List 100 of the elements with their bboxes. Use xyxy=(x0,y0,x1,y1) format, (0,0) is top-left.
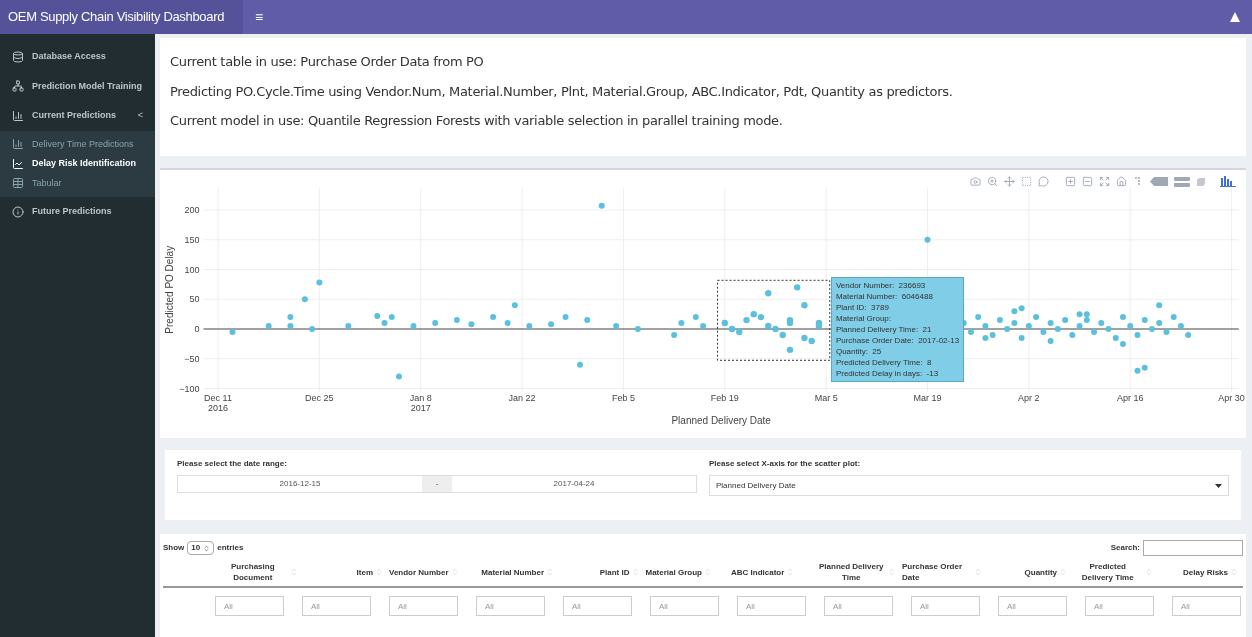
warning-icon[interactable] xyxy=(1230,12,1240,22)
sidebar-item[interactable]: Database Access xyxy=(0,42,155,72)
sort-icon[interactable] xyxy=(703,568,712,576)
sort-icon[interactable] xyxy=(973,568,982,576)
column-header[interactable]: Purchasing Document xyxy=(215,560,301,584)
x-tick-label: Feb 19 xyxy=(710,393,739,404)
column-header[interactable]: ABC Indicator xyxy=(728,560,814,584)
sidebar-item[interactable]: Prediction Model Training xyxy=(0,71,155,101)
column-filter-field[interactable]: All xyxy=(1085,596,1154,616)
hover-compare-icon[interactable] xyxy=(1174,176,1190,187)
data-point xyxy=(634,326,641,332)
column-filter-field[interactable]: All xyxy=(302,596,371,616)
x-tick-label: Mar 5 xyxy=(814,393,838,404)
x-axis-select[interactable]: Planned Delivery Date xyxy=(709,475,1229,496)
column-filter-field[interactable]: All xyxy=(998,596,1067,616)
zoom-out-icon[interactable] xyxy=(1082,176,1093,187)
data-point xyxy=(584,317,591,324)
camera-icon[interactable] xyxy=(970,176,981,187)
data-point xyxy=(1156,302,1163,309)
data-point xyxy=(287,323,294,330)
column-header[interactable]: Material Group xyxy=(642,560,728,584)
y-tick-label: 200 xyxy=(184,205,200,215)
sort-icon[interactable] xyxy=(450,568,459,576)
page-length-select[interactable]: 10 xyxy=(187,541,215,555)
sort-icon[interactable] xyxy=(1059,568,1067,576)
column-filter-field[interactable]: All xyxy=(911,596,980,616)
zoom-icon[interactable] xyxy=(987,176,998,187)
column-filter-field[interactable]: All xyxy=(737,596,806,616)
box-select-icon[interactable] xyxy=(1021,176,1032,187)
data-point xyxy=(975,314,982,321)
column-header[interactable]: Material Number xyxy=(471,560,557,584)
data-point xyxy=(1120,314,1126,321)
zoom-in-icon[interactable] xyxy=(1065,176,1076,187)
menu-toggle[interactable]: ≡ xyxy=(255,6,264,28)
data-point xyxy=(432,320,439,327)
y-tick-label: 100 xyxy=(184,264,200,275)
sort-icon[interactable] xyxy=(1230,568,1238,576)
x-tick-label: Apr 30 xyxy=(1218,393,1245,404)
home-icon[interactable] xyxy=(1116,176,1127,187)
data-point xyxy=(678,320,685,327)
column-header[interactable]: Plant ID xyxy=(557,560,643,584)
column-filter-field[interactable]: All xyxy=(215,596,284,616)
pan-icon[interactable] xyxy=(1004,176,1015,187)
data-point xyxy=(786,346,794,354)
caret-icon: < xyxy=(137,109,143,123)
column-header[interactable]: Planned Delivery Time xyxy=(813,560,899,584)
column-header[interactable]: Purchase Order Date xyxy=(899,560,985,584)
x-tick-label: Dec 25 xyxy=(305,393,334,404)
sort-icon[interactable] xyxy=(546,568,554,576)
sort-icon[interactable] xyxy=(888,568,896,576)
column-filter-field[interactable]: All xyxy=(1172,596,1241,616)
column-filter-field[interactable]: All xyxy=(650,596,719,616)
info-text: Current model in use: Quantile Regression Forests with variable selection in parallel training mode. xyxy=(170,112,784,130)
column-filter-field[interactable]: All xyxy=(389,596,458,616)
sort-icon[interactable] xyxy=(289,568,298,576)
sort-icon[interactable] xyxy=(375,568,383,576)
sort-icon[interactable] xyxy=(1144,568,1153,576)
search-label: Search: xyxy=(1110,542,1140,554)
x-axis-select-label: Please select X-axis for the scatter plot: xyxy=(709,458,862,470)
column-filter-field[interactable]: All xyxy=(824,596,893,616)
data-point xyxy=(1047,337,1054,344)
data-point xyxy=(996,317,1003,324)
submenu-item[interactable]: Tabular xyxy=(0,173,155,193)
column-header[interactable]: Quantity xyxy=(984,560,1070,584)
sort-icon[interactable] xyxy=(786,568,795,576)
data-point xyxy=(1091,329,1098,335)
data-point xyxy=(1170,314,1177,321)
hover-closest-icon[interactable] xyxy=(1150,177,1168,186)
dropdown-caret-icon xyxy=(1215,483,1222,488)
submenu-item[interactable]: Delivery Time Predictions xyxy=(0,134,155,154)
database-icon xyxy=(12,50,24,63)
data-point xyxy=(511,302,518,309)
data-point xyxy=(924,236,931,243)
submenu-item[interactable]: Delay Risk Identification xyxy=(0,154,155,174)
column-header[interactable]: Delay Risks xyxy=(1155,560,1241,584)
autoscale-icon[interactable] xyxy=(1099,176,1110,187)
column-header[interactable]: Item xyxy=(300,560,386,584)
app-title: OEM Supply Chain Visibility Dashboard xyxy=(0,0,243,34)
column-header[interactable]: Vendor Number xyxy=(386,560,472,584)
column-filter-field[interactable]: All xyxy=(476,596,545,616)
date-range-label: Please select the date range: xyxy=(177,458,288,470)
network-icon xyxy=(12,80,24,93)
data-point xyxy=(1062,317,1069,324)
x-tick-label: Dec 11 2016 xyxy=(204,393,232,414)
info-icon xyxy=(12,205,24,218)
data-point xyxy=(301,296,308,303)
data-point xyxy=(396,373,402,380)
data-point xyxy=(671,331,678,338)
column-header[interactable]: Predicted Delivery Time xyxy=(1070,560,1156,584)
data-point xyxy=(453,317,460,324)
x-tick-label: Apr 2 xyxy=(1018,393,1040,404)
column-filter-field[interactable]: All xyxy=(563,596,632,616)
bar-chart-icon xyxy=(12,109,24,122)
sidebar-item[interactable]: Future Predictions xyxy=(0,197,155,227)
x-tick-label: Jan 22 xyxy=(508,393,536,404)
search-field[interactable] xyxy=(1143,540,1243,556)
sort-icon[interactable] xyxy=(631,568,640,576)
sidebar-item[interactable]: Current Predictions < xyxy=(0,101,155,131)
data-point xyxy=(562,314,569,321)
eraser-icon[interactable] xyxy=(1196,176,1206,187)
